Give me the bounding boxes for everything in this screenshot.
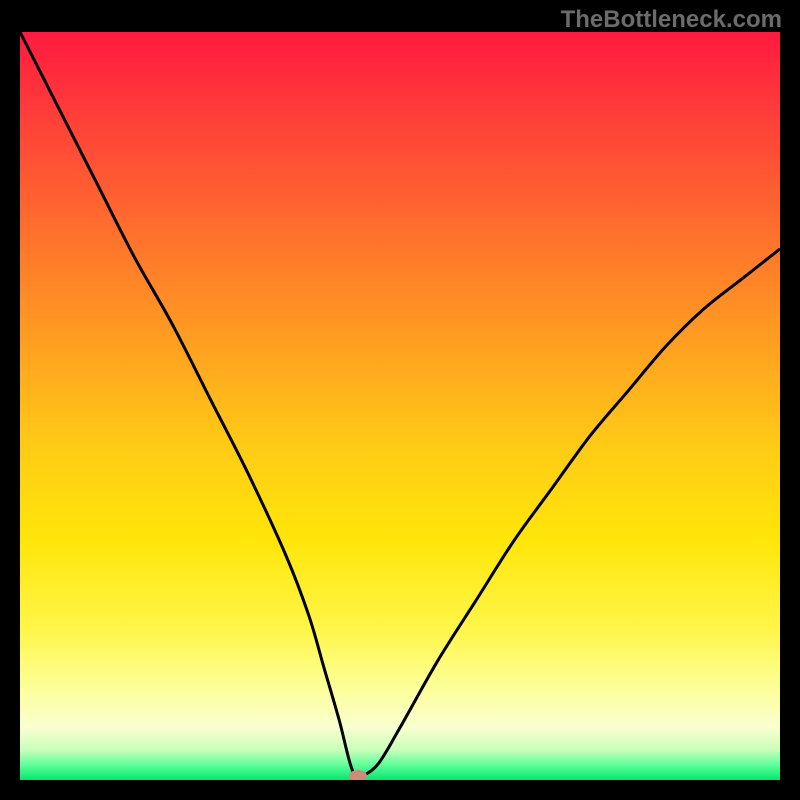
watermark-text: TheBottleneck.com	[561, 6, 782, 34]
plot-area	[20, 32, 780, 780]
optimal-point-marker	[349, 770, 367, 781]
chart-frame: TheBottleneck.com	[0, 0, 800, 800]
bottleneck-curve	[20, 32, 780, 780]
curve-path	[20, 32, 780, 776]
